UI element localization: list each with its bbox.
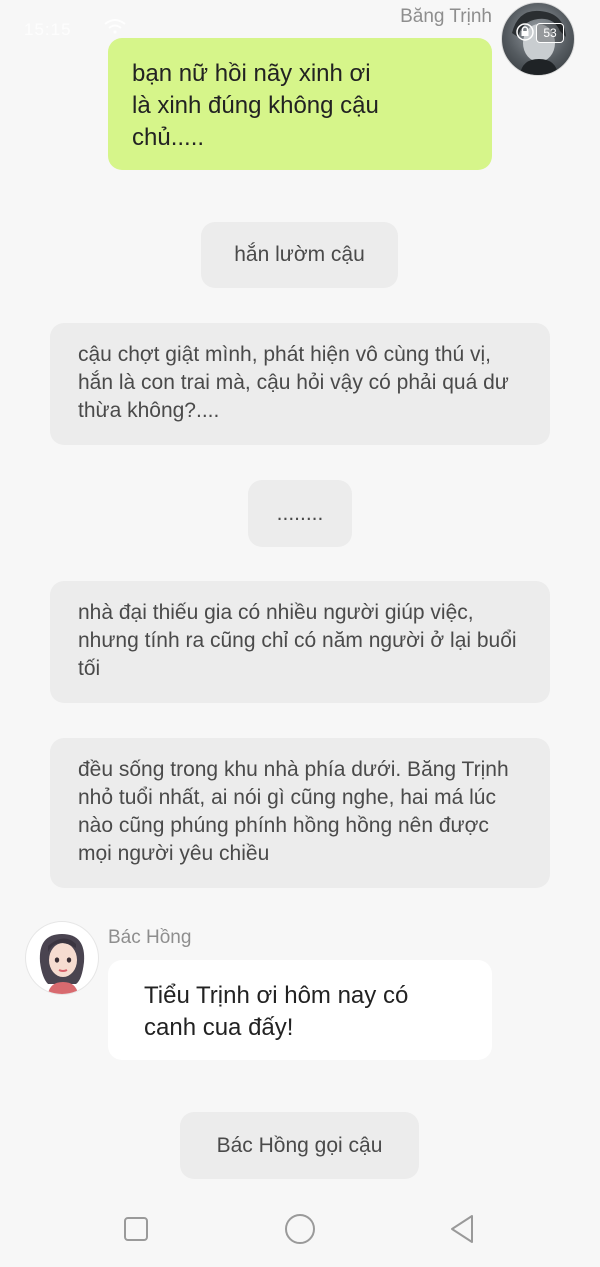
sender-name-bang-trinh: Băng Trịnh [400,6,492,27]
circle-icon[interactable] [283,1212,317,1246]
narration-block: đều sống trong khu nhà phía dưới. Băng T… [50,738,550,888]
message-line: là xinh đúng không cậu [132,92,379,119]
avatar-bang-trinh[interactable]: 53 [501,2,575,76]
message-line: Tiểu Trịnh ơi hôm nay có [144,982,409,1009]
message-bubble-right: bạn nữ hồi nãy xinh ơi là xinh đúng khôn… [108,38,492,170]
narration-pill: ........ [248,480,352,547]
sender-name-bac-hong: Bác Hồng [108,927,192,948]
system-nav-bar [0,1196,600,1267]
narration-pill: hắn lườm cậu [201,222,398,288]
message-bubble-left: Tiểu Trịnh ơi hôm nay có canh cua đấy! [108,960,492,1060]
woman-portrait-icon [39,934,85,994]
triangle-back-icon[interactable] [446,1212,480,1246]
narration-block: nhà đại thiếu gia có nhiều người giúp vi… [50,581,550,703]
message-line: chủ..... [132,124,205,151]
message-line: canh cua đấy! [144,1014,294,1041]
lock-icon [516,23,534,41]
wifi-icon [104,19,126,34]
square-icon[interactable] [119,1212,153,1246]
status-time: 15:15 [24,20,72,39]
avatar-bac-hong[interactable] [26,922,98,994]
narration-pill: Bác Hồng gọi cậu [180,1112,419,1179]
narration-block: cậu chợt giật mình, phát hiện vô cùng th… [50,323,550,445]
message-line: bạn nữ hồi nãy xinh ơi [132,60,371,87]
counter-badge: 53 [536,23,564,43]
